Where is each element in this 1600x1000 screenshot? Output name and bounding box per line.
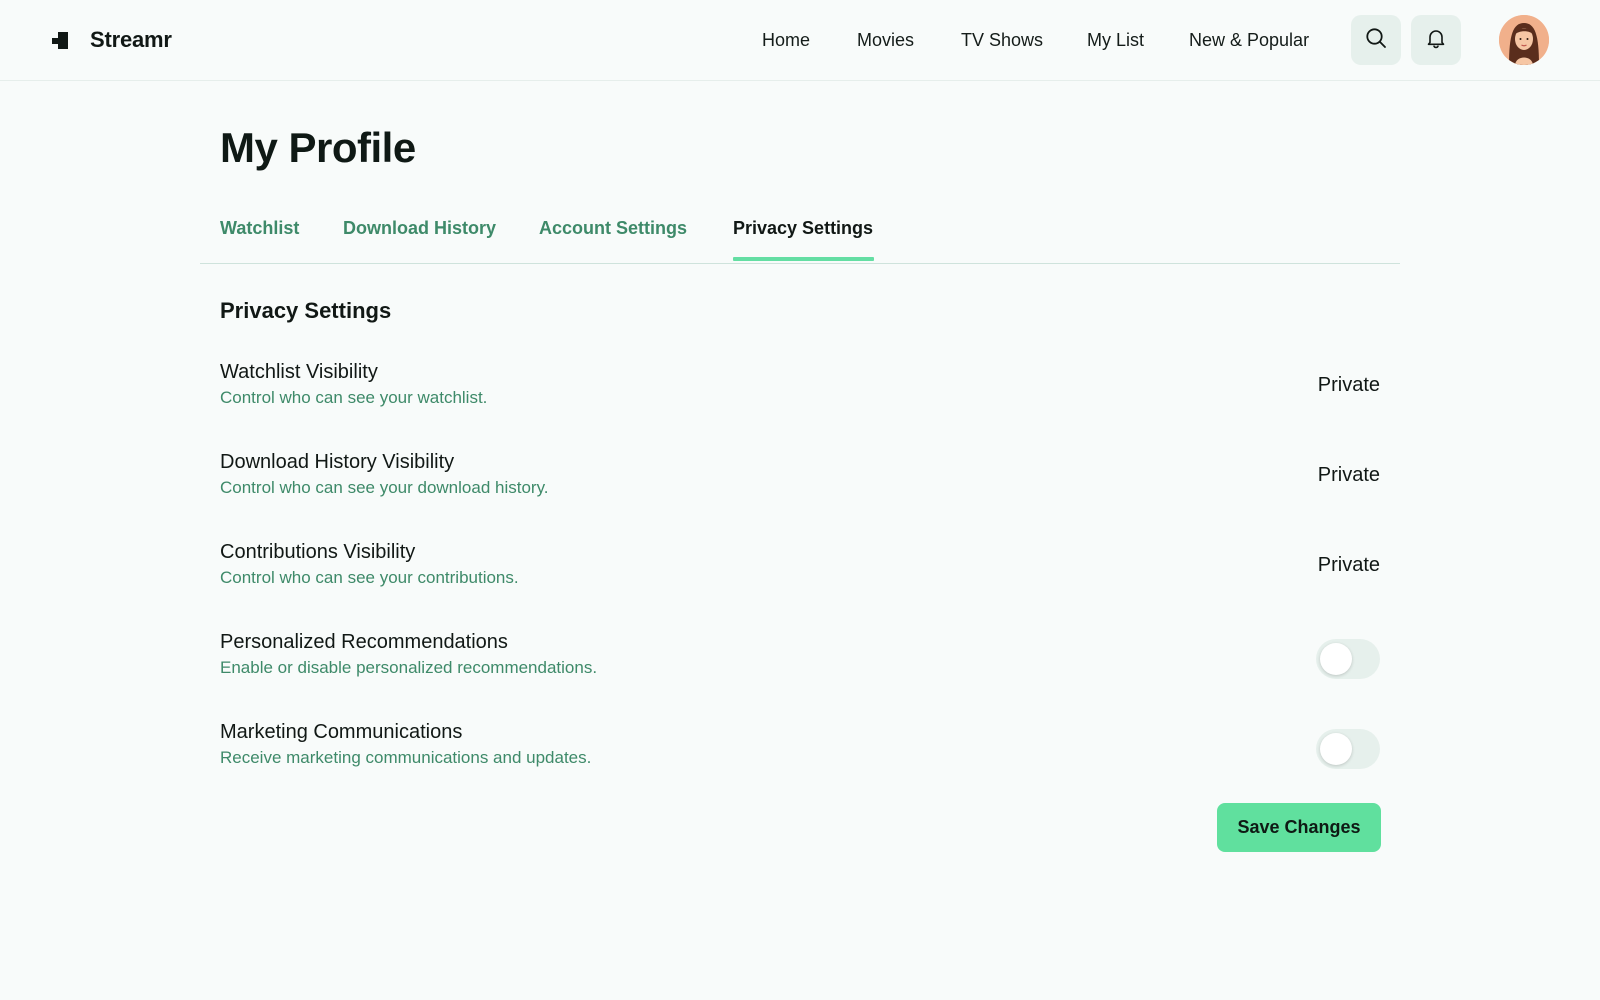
- setting-personalized-recommendations: Personalized Recommendations Enable or d…: [220, 628, 1380, 698]
- save-changes-button[interactable]: Save Changes: [1217, 803, 1381, 852]
- setting-marketing-communications: Marketing Communications Receive marketi…: [220, 718, 1380, 788]
- nav-tv-shows[interactable]: TV Shows: [961, 26, 1043, 54]
- setting-description: Control who can see your contributions.: [220, 568, 519, 587]
- setting-description: Control who can see your download histor…: [220, 478, 549, 497]
- download-history-visibility-select[interactable]: Private: [1318, 461, 1380, 489]
- nav-home[interactable]: Home: [762, 26, 810, 54]
- avatar[interactable]: [1499, 15, 1549, 65]
- watchlist-visibility-select[interactable]: Private: [1318, 371, 1380, 399]
- app-name: Streamr: [90, 27, 172, 52]
- tab-download-history[interactable]: Download History: [343, 216, 496, 240]
- profile-tabs: Watchlist Download History Account Setti…: [200, 206, 1400, 264]
- bell-icon: [1425, 27, 1447, 54]
- tab-privacy-settings[interactable]: Privacy Settings: [733, 216, 873, 240]
- setting-description: Receive marketing communications and upd…: [220, 748, 592, 767]
- page-title: My Profile: [220, 124, 416, 171]
- active-tab-indicator: [733, 257, 874, 261]
- contributions-visibility-select[interactable]: Private: [1318, 551, 1380, 579]
- nav-new-popular[interactable]: New & Popular: [1189, 26, 1309, 54]
- setting-label: Marketing Communications: [220, 721, 463, 743]
- tab-watchlist[interactable]: Watchlist: [220, 216, 299, 240]
- top-navigation-bar: Streamr Home Movies TV Shows My List New…: [0, 0, 1600, 81]
- search-icon: [1365, 27, 1387, 54]
- personalized-recommendations-toggle[interactable]: [1316, 639, 1380, 679]
- setting-contributions-visibility: Contributions Visibility Control who can…: [220, 538, 1380, 608]
- setting-label: Contributions Visibility: [220, 541, 416, 563]
- tab-account-settings[interactable]: Account Settings: [539, 216, 687, 240]
- setting-label: Download History Visibility: [220, 451, 455, 473]
- notifications-button[interactable]: [1411, 15, 1461, 65]
- search-button[interactable]: [1351, 15, 1401, 65]
- section-title: Privacy Settings: [220, 298, 392, 323]
- nav-movies[interactable]: Movies: [857, 26, 914, 54]
- setting-label: Personalized Recommendations: [220, 631, 508, 653]
- streamr-logo-icon: [52, 31, 68, 49]
- setting-description: Control who can see your watchlist.: [220, 388, 488, 407]
- setting-download-history-visibility: Download History Visibility Control who …: [220, 448, 1380, 518]
- marketing-communications-toggle[interactable]: [1316, 729, 1380, 769]
- setting-watchlist-visibility: Watchlist Visibility Control who can see…: [220, 358, 1380, 428]
- setting-description: Enable or disable personalized recommend…: [220, 658, 598, 677]
- nav-my-list[interactable]: My List: [1087, 26, 1144, 54]
- brand[interactable]: Streamr: [52, 27, 172, 53]
- toggle-knob: [1320, 733, 1352, 765]
- toggle-knob: [1320, 643, 1352, 675]
- setting-label: Watchlist Visibility: [220, 361, 378, 383]
